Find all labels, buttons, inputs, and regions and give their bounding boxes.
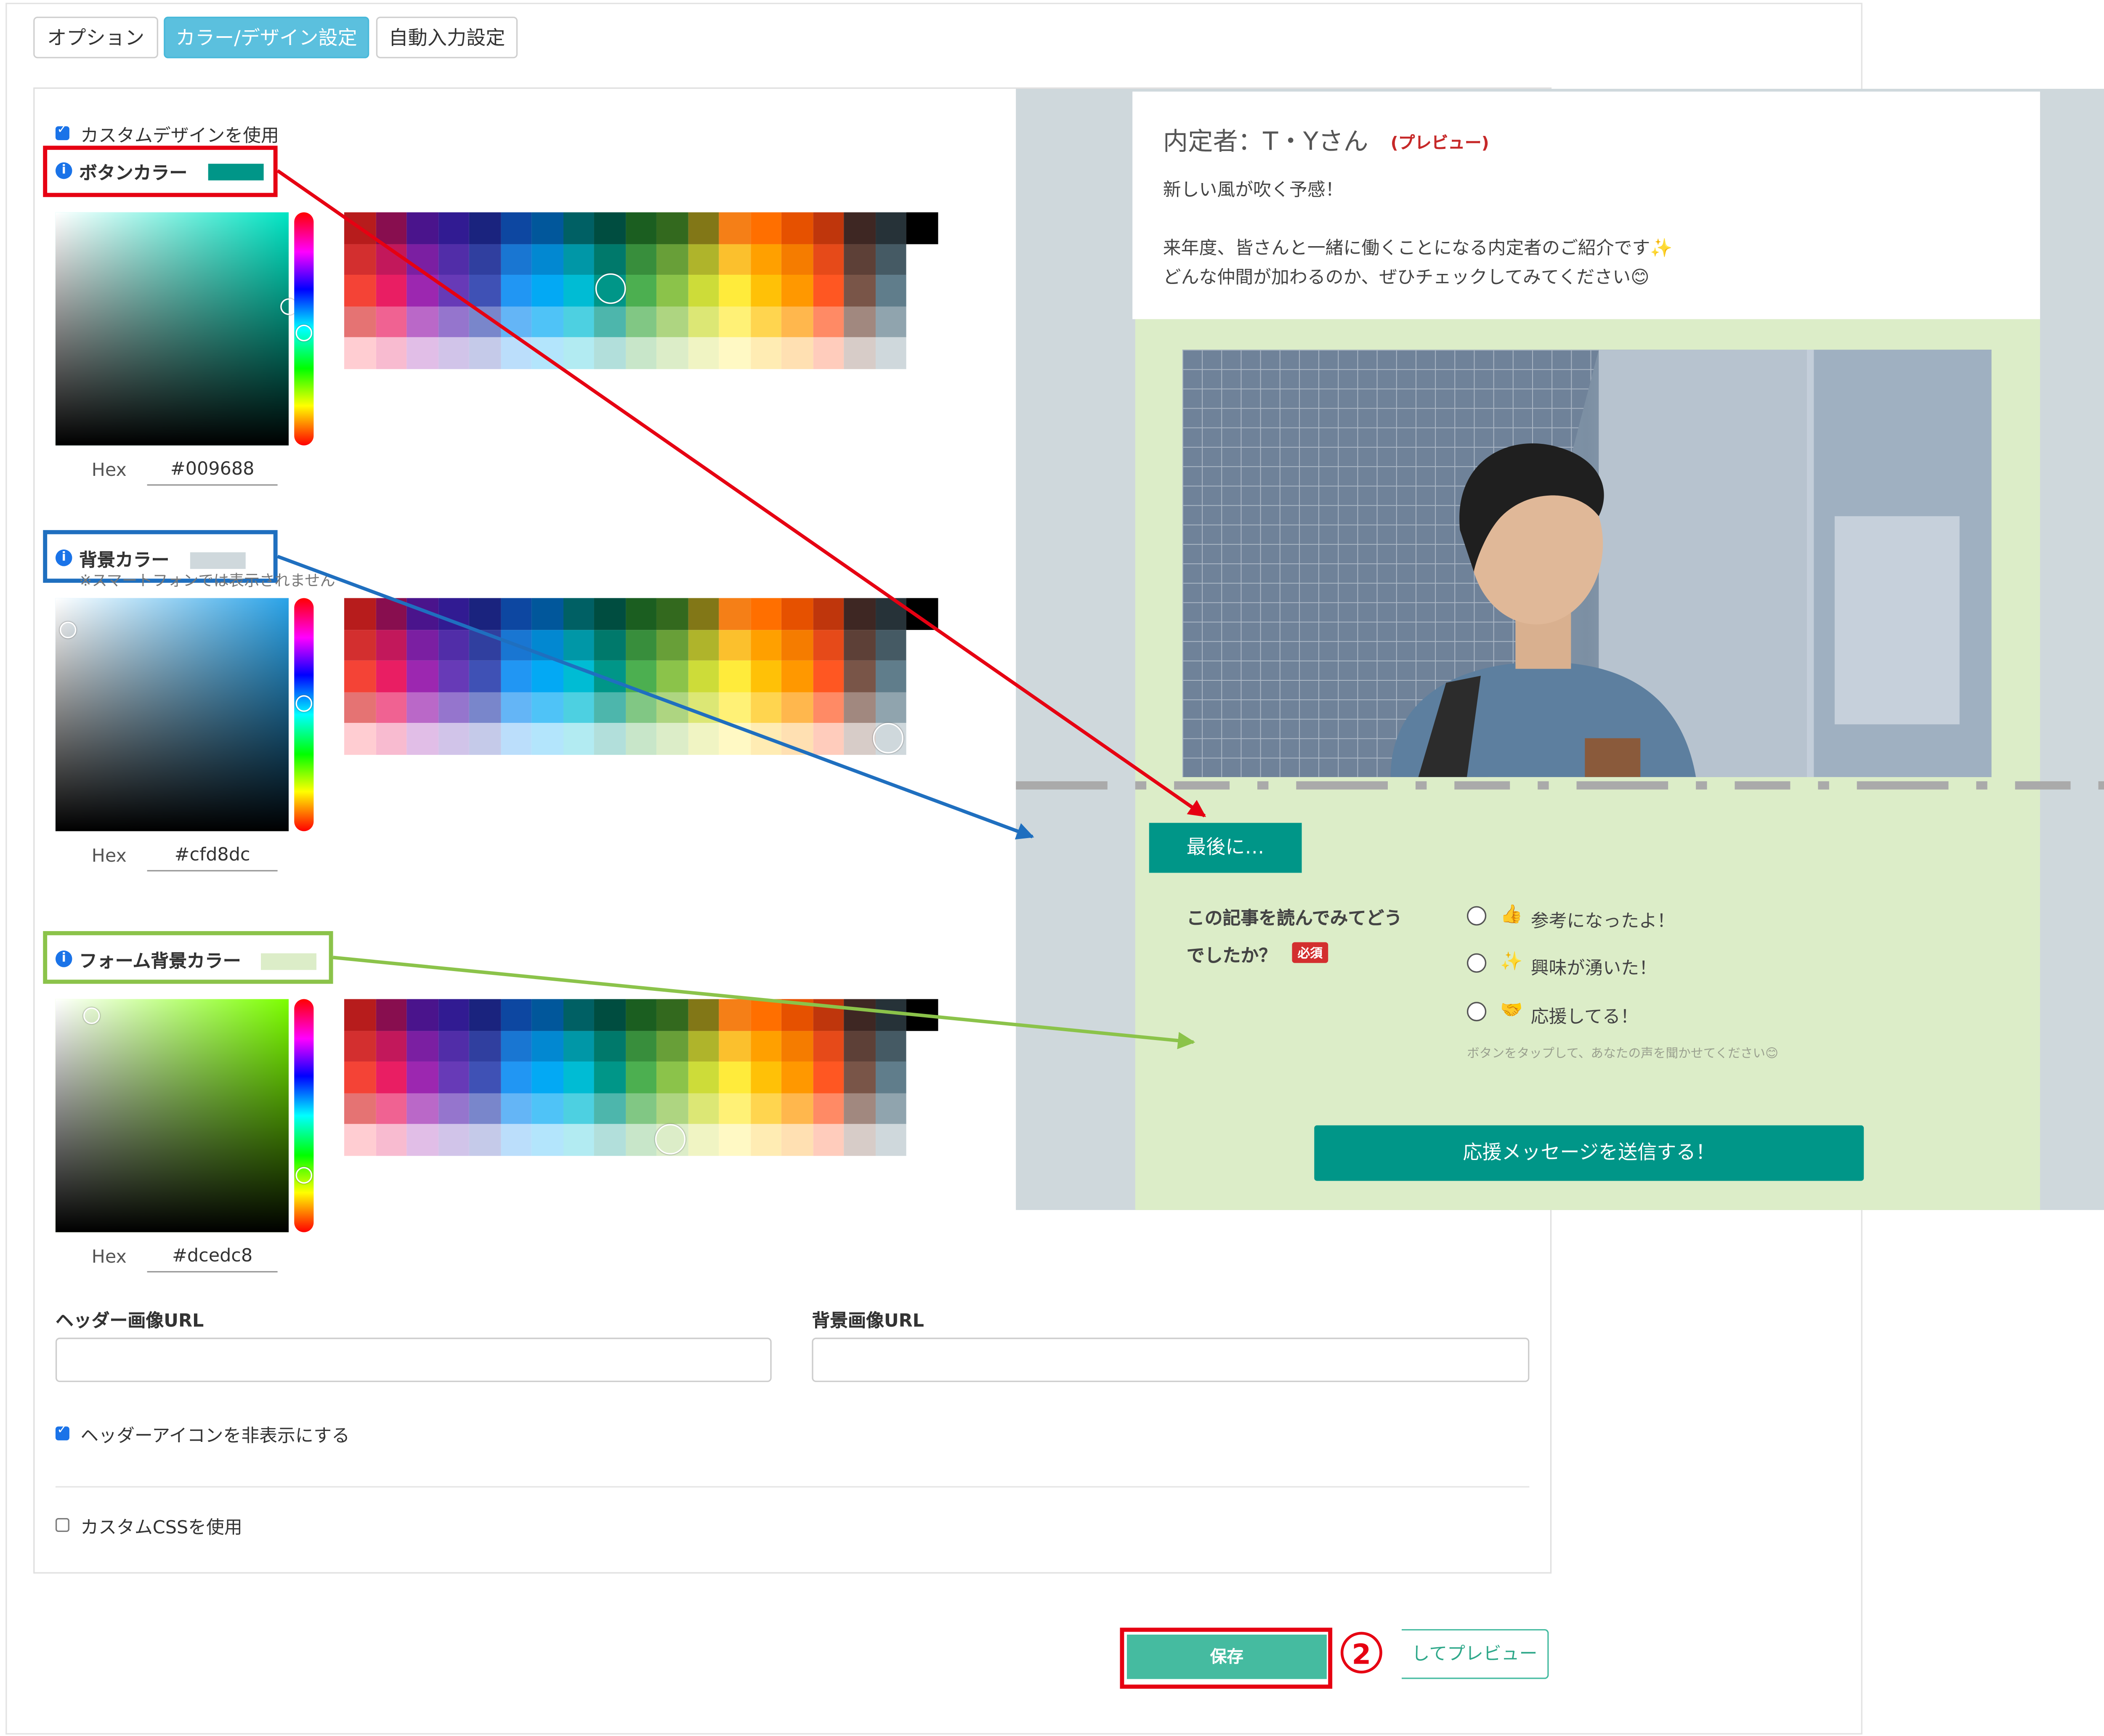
arrow-background-color: [277, 555, 1034, 840]
arrow-form-background-color: [333, 956, 1195, 1049]
annotation-arrows: [276, 169, 1206, 1049]
arrow-button-color: [276, 169, 1206, 818]
